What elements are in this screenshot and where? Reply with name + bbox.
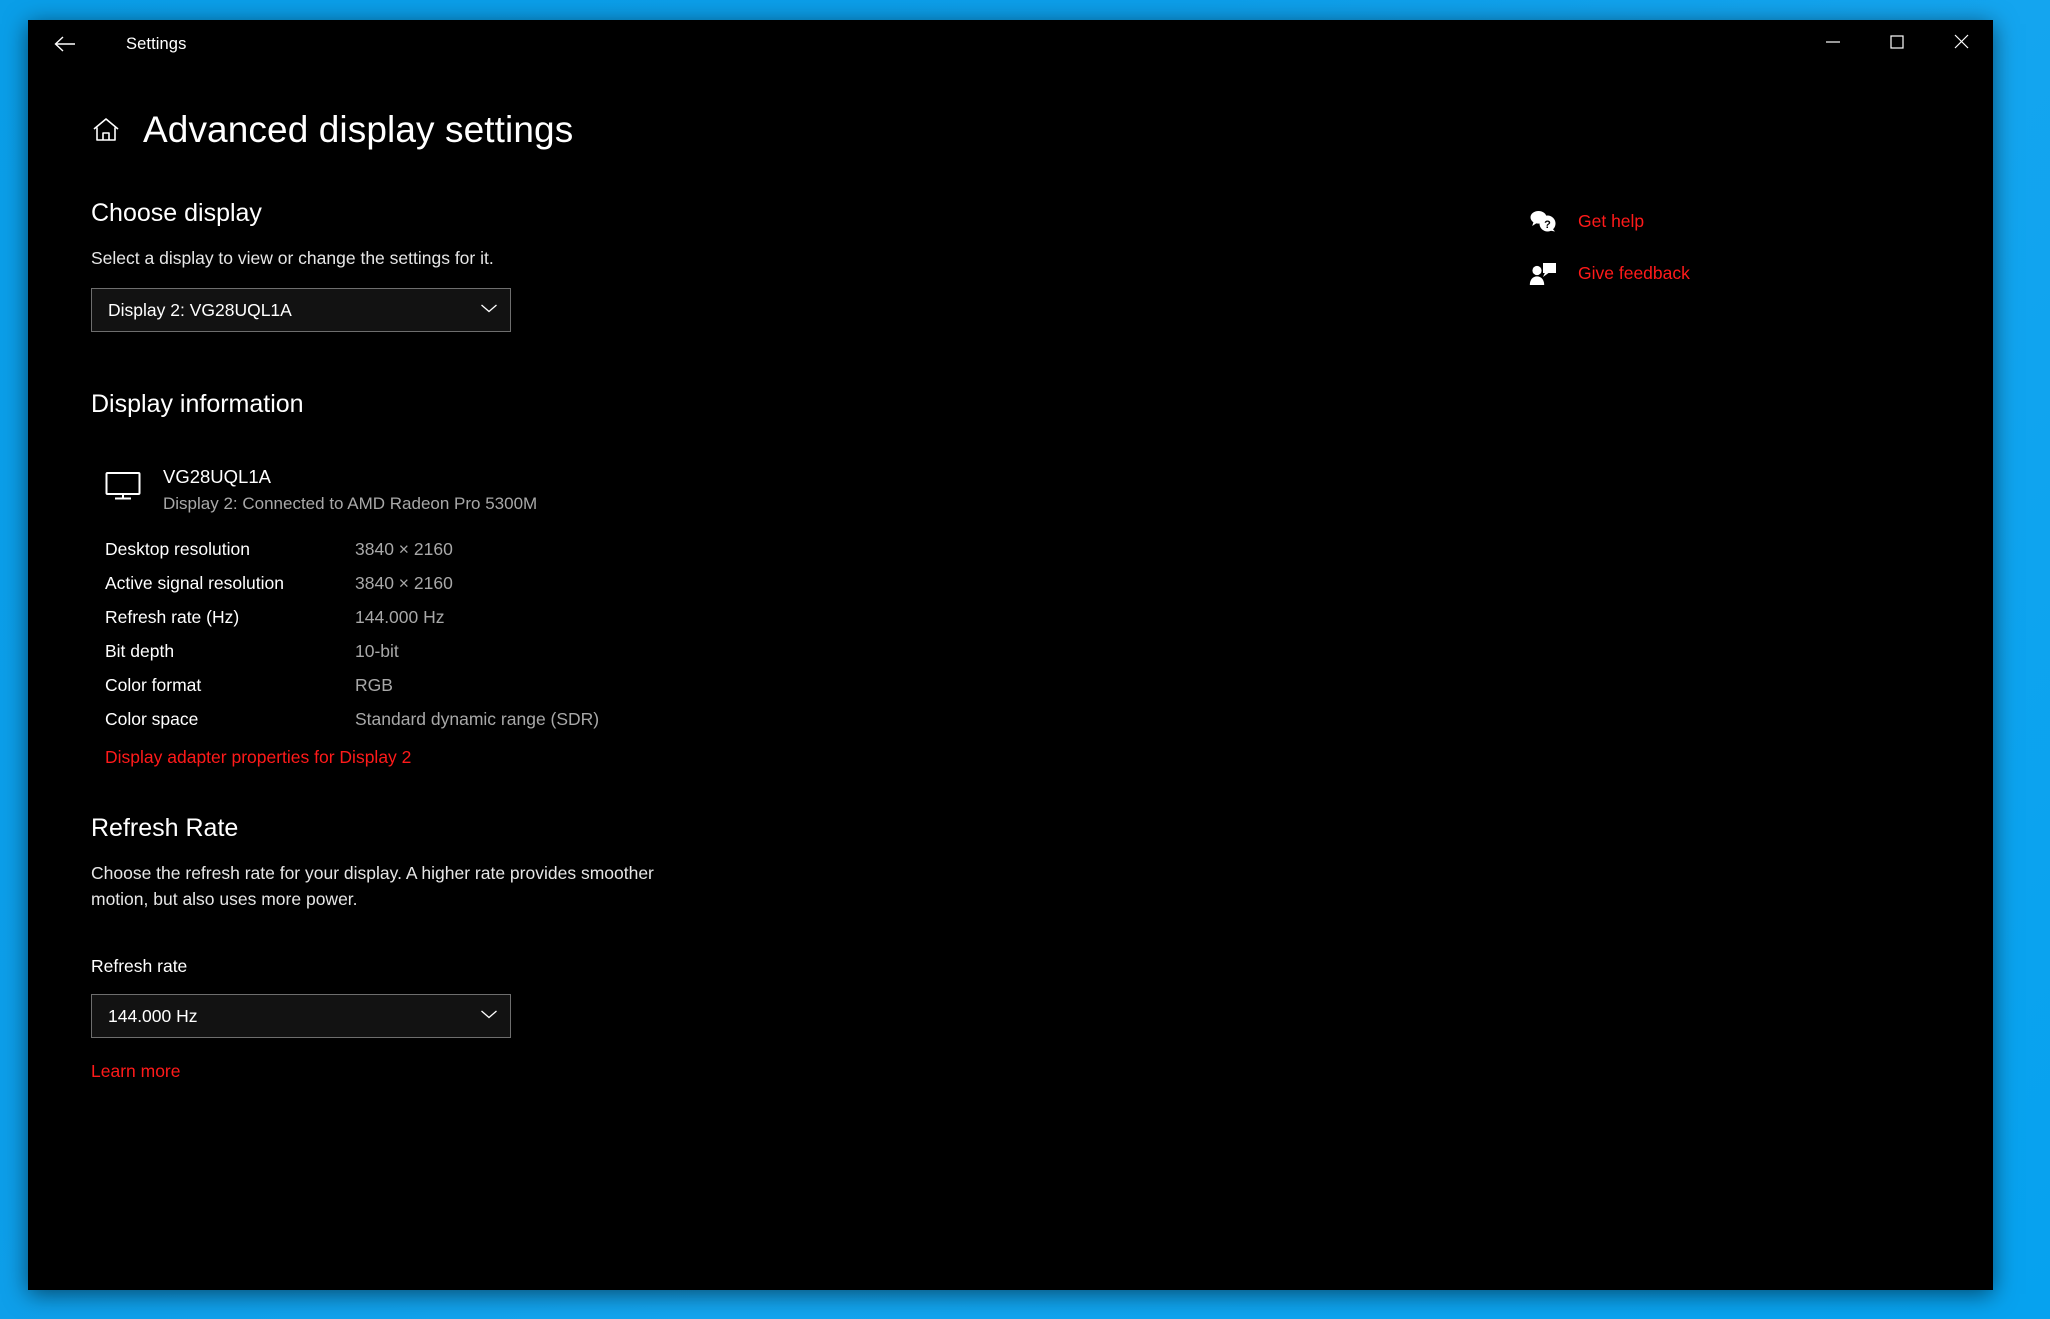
get-help-label: Get help xyxy=(1578,211,1645,232)
table-row: Bit depth 10-bit xyxy=(105,641,599,675)
refresh-rate-description: Choose the refresh rate for your display… xyxy=(91,863,654,909)
spec-value: 3840 × 2160 xyxy=(355,539,453,560)
display-select-value: Display 2: VG28UQL1A xyxy=(108,299,292,320)
display-select[interactable]: Display 2: VG28UQL1A xyxy=(91,288,511,333)
device-name: VG28UQL1A xyxy=(163,466,271,488)
table-row: Desktop resolution 3840 × 2160 xyxy=(105,539,599,573)
close-button[interactable] xyxy=(1929,20,1993,68)
feedback-person-icon xyxy=(1528,259,1558,289)
chevron-down-icon xyxy=(480,1007,498,1025)
table-row: Color space Standard dynamic range (SDR) xyxy=(105,709,599,743)
refresh-rate-section: Refresh Rate Choose the refresh rate for… xyxy=(91,814,1528,1082)
spec-label: Refresh rate (Hz) xyxy=(105,607,240,628)
help-column: ? Get help Give feedback xyxy=(1528,199,1690,1083)
minimize-icon xyxy=(1825,35,1841,53)
body-columns: Choose display Select a display to view … xyxy=(28,199,1993,1083)
maximize-button[interactable] xyxy=(1865,20,1929,68)
spec-value: 10-bit xyxy=(355,641,399,662)
give-feedback-label: Give feedback xyxy=(1578,263,1690,284)
device-text: VG28UQL1A Display 2: Connected to AMD Ra… xyxy=(163,465,537,514)
chevron-down-icon xyxy=(480,301,498,319)
give-feedback-link[interactable]: Give feedback xyxy=(1528,259,1690,289)
display-adapter-properties-link[interactable]: Display adapter properties for Display 2 xyxy=(105,747,411,768)
page-title: Advanced display settings xyxy=(143,109,574,150)
spec-value: 144.000 Hz xyxy=(355,607,445,628)
refresh-rate-select[interactable]: 144.000 Hz xyxy=(91,994,511,1039)
spec-value: RGB xyxy=(355,675,393,696)
close-icon xyxy=(1954,34,1969,54)
svg-text:?: ? xyxy=(1544,219,1551,231)
spec-value: Standard dynamic range (SDR) xyxy=(355,709,600,730)
back-button[interactable] xyxy=(38,23,94,65)
spec-label: Desktop resolution xyxy=(105,539,250,560)
get-help-link[interactable]: ? Get help xyxy=(1528,207,1690,237)
title-bar: Settings xyxy=(28,20,1993,68)
device-connection: Display 2: Connected to AMD Radeon Pro 5… xyxy=(163,494,538,514)
spec-label: Color space xyxy=(105,709,199,730)
spec-value: 3840 × 2160 xyxy=(355,573,453,594)
page-header: Advanced display settings xyxy=(91,109,1993,151)
display-information-heading: Display information xyxy=(91,390,304,419)
window-controls xyxy=(1801,20,1993,68)
learn-more-wrap: Learn more xyxy=(91,1061,1528,1082)
app-title: Settings xyxy=(126,34,187,53)
table-row: Active signal resolution 3840 × 2160 xyxy=(105,573,599,607)
spec-label: Color format xyxy=(105,675,202,696)
refresh-rate-heading: Refresh Rate xyxy=(91,814,239,843)
settings-window: Settings Advanced display settings Choos… xyxy=(28,20,1993,1290)
choose-display-heading: Choose display xyxy=(91,198,262,227)
display-information-section: Display information VG28UQL1A Display 2: xyxy=(91,390,1528,768)
minimize-button[interactable] xyxy=(1801,20,1865,68)
choose-display-description: Select a display to view or change the s… xyxy=(91,247,494,268)
learn-more-link[interactable]: Learn more xyxy=(91,1061,181,1082)
maximize-icon xyxy=(1890,34,1904,54)
table-row: Refresh rate (Hz) 144.000 Hz xyxy=(105,607,599,641)
spec-label: Active signal resolution xyxy=(105,573,284,594)
home-icon[interactable] xyxy=(91,116,121,144)
spec-label: Bit depth xyxy=(105,641,175,662)
question-bubble-icon: ? xyxy=(1528,207,1558,237)
main-column: Choose display Select a display to view … xyxy=(28,199,1528,1083)
device-summary: VG28UQL1A Display 2: Connected to AMD Ra… xyxy=(105,465,1528,514)
refresh-rate-select-value: 144.000 Hz xyxy=(108,1005,198,1026)
refresh-rate-field-label: Refresh rate xyxy=(91,956,188,977)
adapter-link-wrap: Display adapter properties for Display 2 xyxy=(105,747,1528,768)
back-arrow-icon xyxy=(53,34,79,54)
display-specs-table: Desktop resolution 3840 × 2160 Active si… xyxy=(105,539,599,743)
monitor-icon xyxy=(105,471,141,506)
table-row: Color format RGB xyxy=(105,675,599,709)
page-content: Advanced display settings Choose display… xyxy=(28,109,1993,1083)
